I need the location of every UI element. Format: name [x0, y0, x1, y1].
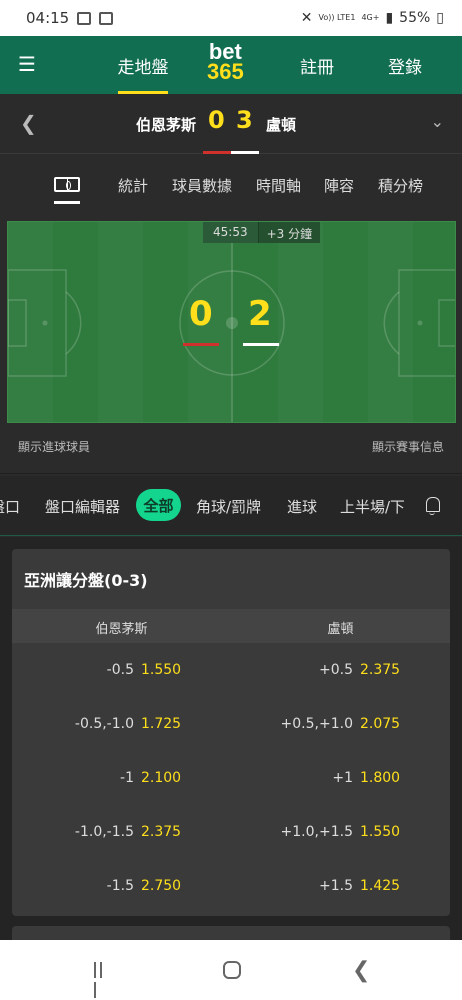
login-link[interactable]: 登錄	[388, 36, 422, 94]
handicap-line: -1	[120, 770, 134, 786]
odds-row: -1.0,-1.5 2.375 +1.0,+1.5 1.550	[12, 807, 450, 861]
match-clock: 45:53 +3 分鐘	[203, 222, 321, 243]
tab-stats[interactable]: 統計	[118, 175, 148, 196]
tab-standings[interactable]: 積分榜	[378, 175, 423, 196]
gallery-icon	[77, 11, 92, 25]
pitch-home-kit-bar	[183, 343, 219, 346]
pitch-away-score: 2	[248, 294, 272, 334]
back-icon[interactable]: ❮	[352, 958, 370, 983]
back-chevron-icon[interactable]: ❮	[20, 111, 37, 135]
bet365-logo[interactable]: bet 365	[207, 41, 244, 84]
home-score: 0	[208, 106, 225, 134]
away-column-header: 盧頓	[327, 622, 354, 637]
home-column-header: 伯恩茅斯	[95, 622, 148, 637]
odds-price: 2.750	[141, 878, 182, 894]
active-tab-underline	[54, 201, 80, 204]
handicap-line: +1.5	[319, 878, 353, 894]
handicap-line: +1.0,+1.5	[280, 824, 353, 840]
battery-icon: ▯	[436, 10, 444, 26]
check-icon	[99, 11, 114, 25]
match-pitch	[7, 221, 456, 423]
tab-bet-builder[interactable]: 盤口編輯器	[45, 496, 120, 517]
handicap-line: -1.5	[106, 878, 134, 894]
odds-price: 1.550	[141, 662, 182, 678]
register-link[interactable]: 註冊	[300, 36, 334, 94]
handicap-line: -0.5,-1.0	[74, 716, 134, 732]
odds-price: 2.375	[360, 662, 401, 678]
mute-icon: ✕	[300, 10, 313, 26]
tab-markets[interactable]: 盤口	[0, 496, 20, 517]
pitch-home-score: 0	[189, 294, 213, 334]
odds-price: 1.550	[360, 824, 401, 840]
network-type: 4G+	[361, 13, 380, 22]
app-header: ☰ 走地盤 bet 365 註冊 登錄	[0, 36, 462, 94]
handicap-line: -0.5	[106, 662, 134, 678]
system-nav-bar: ❮	[0, 940, 462, 1000]
match-stat-tabs: 統計 球員數據 時間軸 陣容 積分榜	[0, 155, 462, 219]
tab-timeline[interactable]: 時間軸	[256, 175, 301, 196]
handicap-line: -1.0,-1.5	[74, 824, 134, 840]
odds-price: 2.375	[141, 824, 182, 840]
market-tabs: 盤口 盤口編輯器 全部 角球/罰牌 進球 上半場/下	[0, 476, 462, 536]
home-icon[interactable]	[223, 961, 241, 979]
odds-row: -1.5 2.750 +1.5 1.425	[12, 861, 450, 915]
status-time: 04:15	[26, 9, 70, 27]
added-time: +3 分鐘	[257, 222, 321, 243]
chevron-down-icon[interactable]: ⌄	[431, 112, 444, 131]
odds-price: 1.725	[141, 716, 182, 732]
status-bar: 04:15 ✕ Vo)) LTE1 4G+ ▮ 55% ▯	[0, 0, 462, 36]
odds-price: 1.800	[360, 770, 401, 786]
handicap-line: +0.5	[319, 662, 353, 678]
logo-text-bottom: 365	[207, 58, 244, 84]
odds-price: 2.100	[141, 770, 182, 786]
away-team-name: 盧頓	[266, 116, 297, 134]
tab-lineups[interactable]: 陣容	[324, 175, 354, 196]
odds-price: 1.425	[360, 878, 401, 894]
show-scorers-link[interactable]: 顯示進球球員	[18, 438, 90, 455]
network-sub: Vo)) LTE1	[318, 13, 356, 22]
recent-apps-icon[interactable]	[94, 962, 110, 998]
battery-level: 55%	[399, 10, 431, 26]
pitch-links: 顯示進球球員 顯示賽事信息	[0, 430, 462, 474]
hamburger-menu-icon[interactable]: ☰	[18, 52, 36, 76]
tab-corners-cards[interactable]: 角球/罰牌	[196, 496, 261, 517]
asian-handicap-card: 亞洲讓分盤(0-3) 伯恩茅斯 盧頓 -0.5 1.550 +0.5 2.375…	[12, 549, 450, 916]
pitch-away-kit-bar	[243, 343, 279, 346]
clock-time: 45:53	[213, 225, 248, 239]
market-header-row: 伯恩茅斯 盧頓	[12, 609, 450, 643]
signal-icon: ▮	[385, 10, 394, 26]
tab-player-stats[interactable]: 球員數據	[172, 175, 232, 196]
odds-row: -0.5 1.550 +0.5 2.375	[12, 645, 450, 699]
tab-all-selected[interactable]: 全部	[136, 489, 181, 521]
nav-live-in-play[interactable]: 走地盤	[110, 36, 176, 94]
tab-goals[interactable]: 進球	[287, 496, 317, 517]
home-kit-bar	[203, 151, 231, 154]
show-match-info-link[interactable]: 顯示賽事信息	[372, 438, 444, 455]
bell-icon[interactable]	[424, 496, 440, 515]
market-title[interactable]: 亞洲讓分盤(0-3)	[24, 567, 148, 591]
home-team-name: 伯恩茅斯	[136, 116, 197, 134]
handicap-line: +1	[332, 770, 353, 786]
away-kit-bar	[231, 151, 259, 154]
odds-row: -0.5,-1.0 1.725 +0.5,+1.0 2.075	[12, 699, 450, 753]
away-score: 3	[236, 106, 253, 134]
odds-price: 2.075	[360, 716, 401, 732]
handicap-line: +0.5,+1.0	[280, 716, 353, 732]
tab-half[interactable]: 上半場/下	[340, 496, 404, 517]
pitch-markings	[8, 222, 455, 422]
odds-row: -1 2.100 +1 1.800	[12, 753, 450, 807]
pitch-view-icon[interactable]	[54, 177, 80, 192]
match-score-bar: ❮ 伯恩茅斯 0 3 盧頓 ⌄	[0, 94, 462, 154]
